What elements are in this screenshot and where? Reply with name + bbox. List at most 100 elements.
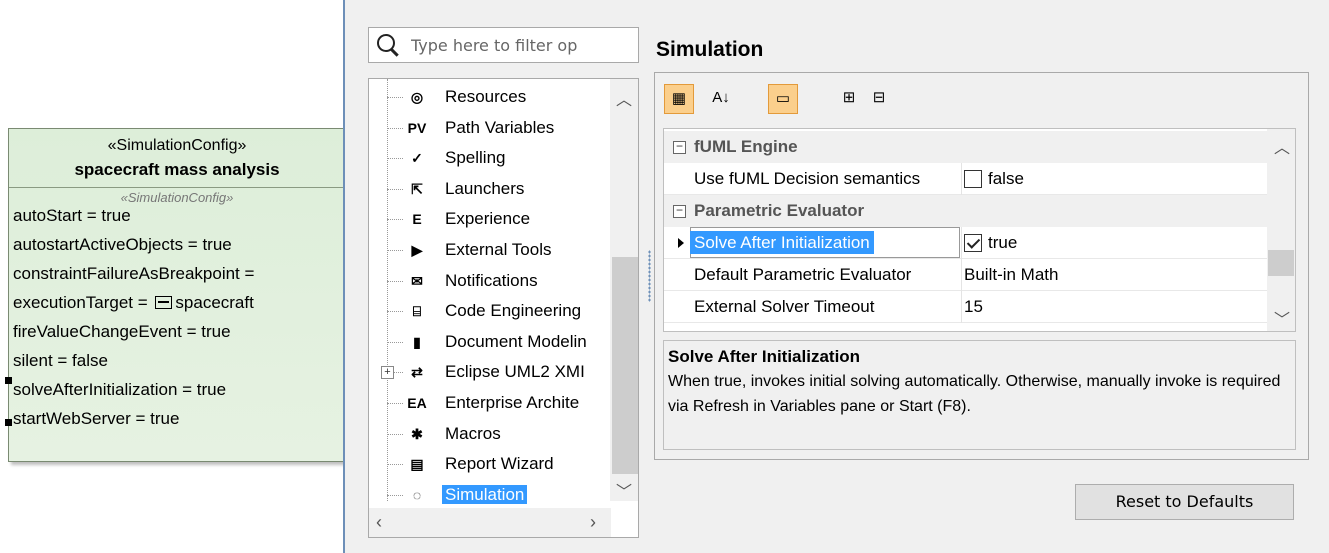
tree-connector [387,280,403,282]
column-divider [961,259,962,291]
execution-target-value: spacecraft [175,293,254,312]
scroll-up-icon[interactable]: ︿ [616,86,632,110]
grid-row[interactable]: Default Parametric Evaluator Built-in Mat… [664,259,1267,291]
tree-scroll-thumb[interactable] [612,257,638,474]
tree-item-label: Experience [445,209,531,229]
gear-circle-icon: ◎ [410,89,424,105]
report-icon: ▤ [410,456,424,473]
property-value-text: 15 [964,297,983,316]
options-tree[interactable]: ◎ Resources PV Path Variables ✓ Spelling ⇱ Laun… [368,78,639,538]
tree-connector [387,311,403,313]
expand-all-icon[interactable]: ⊞ [834,84,864,114]
tree-item-label: Simulation [442,484,528,504]
reset-to-defaults-button[interactable]: Reset to Defaults [1075,484,1294,520]
tree-item-label: Macros [445,423,501,443]
document-icon: ▮ [413,333,421,350]
grid-category[interactable]: − fUML Engine [664,131,1267,163]
property-checkbox[interactable] [964,170,982,188]
property-name: Default Parametric Evaluator [694,265,912,284]
scroll-right-icon[interactable]: › [590,512,596,533]
description-panel: Solve After Initialization When true, in… [663,340,1296,450]
attribute-solve-after-init: solveAfterInitialization = true [13,380,227,399]
grid-scroll-thumb[interactable] [1268,250,1294,276]
experience-icon: E [412,211,422,228]
property-value[interactable]: Built-in Math [964,259,1058,291]
property-value-text: true [988,233,1018,252]
column-divider [961,163,962,195]
collapse-icon[interactable]: − [673,204,686,218]
collapse-all-icon[interactable]: ⊟ [864,84,894,114]
tree-connector [387,403,403,404]
filter-box[interactable] [368,27,639,63]
properties-grid[interactable]: − fUML Engine Use fUML Decision semantics f… [663,128,1296,332]
collapse-icon[interactable]: − [673,140,686,154]
scroll-left-icon[interactable]: ‹ [376,512,382,533]
property-value[interactable]: true [964,227,1017,259]
block-port-marker [5,419,12,426]
tree-connector [387,127,403,129]
description-title: Solve After Initialization [668,347,861,366]
page-title: Simulation [656,38,764,61]
tree-item-label: Enterprise Archite [445,393,580,412]
simulation-config-block[interactable]: «SimulationConfig» spacecraft mass analy… [5,128,346,462]
property-name: External Solver Timeout [694,297,875,316]
tree-connector [387,219,403,221]
grid-vertical-scrollbar[interactable] [1267,129,1295,331]
tree-horizontal-scrollbar[interactable] [369,508,611,537]
column-divider [961,291,962,323]
tree-guide-line [387,79,388,501]
block-name: spacecraft mass analysis [74,160,280,179]
code-engineering-icon: ⌸ [412,303,422,320]
tree-connector [387,97,403,98]
filter-input[interactable] [411,32,631,58]
external-tools-icon: ▶ [411,242,423,258]
search-icon [377,34,395,52]
block-type-icon [155,296,173,309]
grid-category-label: Parametric Evaluator [694,201,865,220]
attribute-fire-value-change: fireValueChangeEvent = true [13,322,231,341]
scroll-down-icon[interactable]: ﹀ [616,478,632,502]
tree-item-label: Launchers [445,178,525,198]
tree-item-label: Spelling [445,148,506,168]
column-divider [961,227,962,259]
tree-item-label: Resources [445,87,527,106]
grid-row[interactable]: Solve After Initialization true [664,227,1267,259]
property-value[interactable]: 15 [964,291,983,323]
property-name: Use fUML Decision semantics [694,169,921,188]
property-value-text: Built-in Math [964,265,1059,284]
grid-scroll-down-icon[interactable]: ﹀ [1274,306,1290,330]
grid-row[interactable]: Use fUML Decision semantics false [664,163,1267,195]
description-body: When true, invokes initial solving autom… [668,373,1281,415]
tree-item-label: Path Variables [445,117,555,137]
property-value[interactable]: false [964,163,1024,195]
tree-item-label: Eclipse UML2 XMI [445,362,585,382]
property-name: Solve After Initialization [690,231,874,254]
tree-item-label: Code Engineering [445,301,582,321]
tree-item-label: Document Modelin [445,331,587,351]
grid-category[interactable]: − Parametric Evaluator [664,195,1267,227]
macros-gear-icon: ✱ [411,425,423,442]
grid-category-label: fUML Engine [694,137,798,156]
block-stereotype: «SimulationConfig» [107,137,247,154]
categorized-view-icon[interactable]: ▦ [664,84,694,114]
tree-connector [387,433,403,435]
expand-icon[interactable]: + [381,366,394,380]
tree-connector [387,464,403,466]
tree-connector [387,158,403,160]
grid-scroll-up-icon[interactable]: ︿ [1274,134,1290,158]
launcher-icon: ⇱ [411,180,423,197]
show-description-icon[interactable]: ▭ [768,84,798,114]
grid-row[interactable]: External Solver Timeout 15 [664,291,1267,323]
sort-alphabetical-icon[interactable]: A↓ [706,84,736,114]
tree-connector [387,494,403,496]
tree-item-label: External Tools [445,240,552,259]
ea-icon: EA [407,395,427,411]
attribute-constraint-failure: constraintFailureAsBreakpoint = [13,264,255,283]
attribute-execution-target: executionTarget = spacecraft [9,288,345,317]
eclipse-arrows-icon: ⇄ [411,364,423,381]
pane-splitter[interactable] [648,250,651,302]
tree-item-label: Report Wizard [445,454,554,474]
block-attributes: autoStart = true autostartActiveObjects … [9,201,345,433]
row-pointer-icon [678,238,684,248]
property-checkbox[interactable] [964,234,982,252]
